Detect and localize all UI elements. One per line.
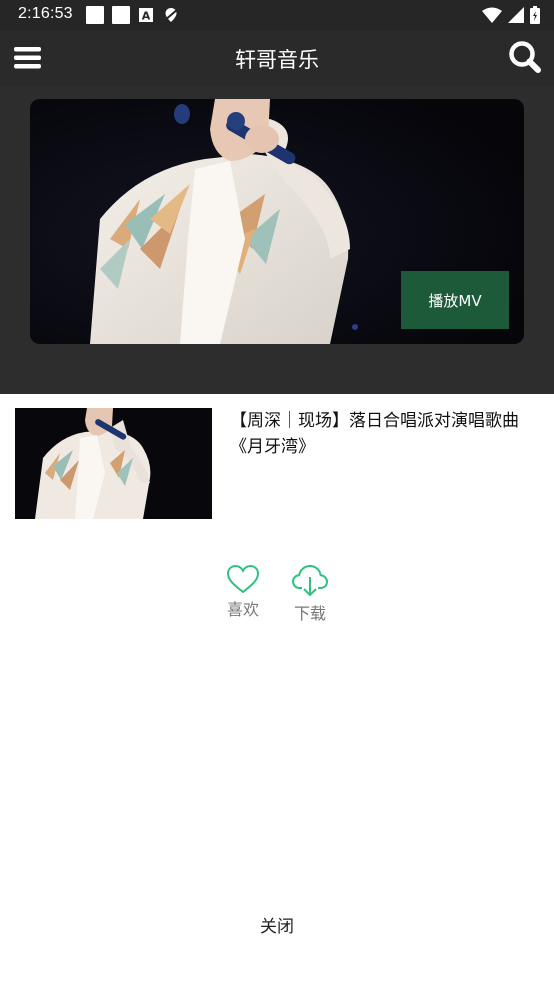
download-button[interactable]: 下载	[285, 564, 335, 624]
battery-icon	[530, 6, 540, 24]
status-notification-icons: A	[86, 6, 180, 24]
cloud-download-icon	[292, 565, 328, 596]
app-screen: 2:16:53 A 轩哥音乐 播放MV 【周深｜现场】落日合唱派对演唱歌曲《月牙…	[0, 0, 554, 984]
status-system-icons	[482, 5, 540, 25]
a-box-icon: A	[139, 8, 153, 23]
signal-icon	[508, 7, 524, 23]
song-title: 【周深｜现场】落日合唱派对演唱歌曲《月牙湾》	[230, 411, 519, 457]
svg-text:A: A	[142, 10, 151, 23]
no-location-icon	[163, 8, 179, 22]
mv-banner-image[interactable]: 播放MV	[30, 99, 524, 344]
wifi-icon	[482, 7, 502, 23]
song-detail-sheet: 【周深｜现场】落日合唱派对演唱歌曲《月牙湾》 喜欢 下载 关闭	[0, 394, 554, 984]
search-icon	[509, 41, 541, 73]
close-button[interactable]: 关闭	[0, 912, 554, 937]
status-bar: 2:16:53 A	[0, 0, 554, 30]
like-button[interactable]: 喜欢	[218, 564, 268, 620]
app-title: 轩哥音乐	[235, 48, 319, 72]
banner-area: 播放MV	[0, 86, 554, 394]
play-mv-button[interactable]: 播放MV	[401, 271, 509, 329]
download-label: 下载	[293, 604, 326, 623]
performer-thumbnail-photo	[15, 408, 212, 519]
status-time: 2:16:53	[18, 5, 73, 22]
song-thumbnail	[15, 408, 212, 519]
app-bar: 轩哥音乐	[0, 30, 554, 86]
search-button[interactable]	[508, 40, 542, 74]
notification-square-icon	[86, 6, 104, 24]
like-label: 喜欢	[226, 600, 259, 619]
heart-icon	[226, 564, 260, 594]
notification-square-icon	[112, 6, 130, 24]
